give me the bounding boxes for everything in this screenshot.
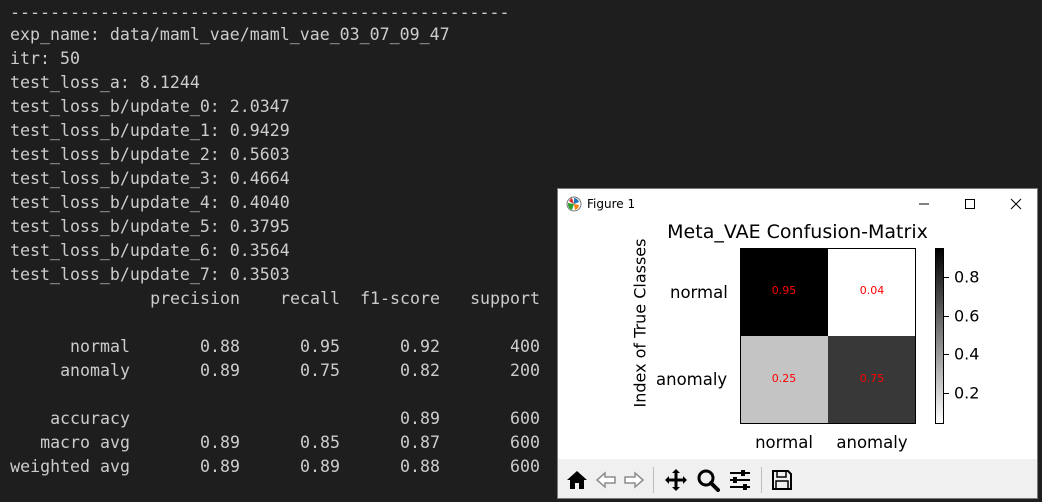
report-precision: 0.88 [200,337,240,356]
report-recall: 0.75 [300,361,340,380]
test-loss-a-line: test_loss_a: 8.1244 [10,73,200,92]
report-header-precision: precision [150,289,240,308]
minimize-button[interactable] [901,189,947,219]
report-precision: 0.89 [200,457,240,476]
update-line: test_loss_b/update_2: 0.5603 [10,145,290,164]
report-row-label: weighted avg [10,457,130,476]
forward-icon [624,471,645,489]
colorbar-tick-label: 0.4 [954,344,980,364]
report-precision: 0.89 [200,361,240,380]
colorbar-tick [944,277,949,278]
update-line: test_loss_b/update_6: 0.3564 [10,241,290,260]
back-icon [595,471,616,489]
report-header-recall: recall [280,289,340,308]
forward-button[interactable] [621,467,647,493]
report-f1: 0.88 [400,457,440,476]
close-icon [1010,198,1022,210]
colorbar-tick [944,316,949,317]
update-line: test_loss_b/update_1: 0.9429 [10,121,290,140]
toolbar-separator [761,467,762,493]
colorbar-tick-label: 0.8 [954,267,980,287]
save-icon [772,470,792,490]
report-support: 600 [510,433,540,452]
save-button[interactable] [768,467,796,493]
maximize-icon [965,199,975,209]
row-label-normal: normal [670,283,728,302]
colorbar-tick-label: 0.6 [954,306,980,326]
report-row-label: normal [70,337,130,356]
exp-name-line: exp_name: data/maml_vae/maml_vae_03_07_0… [10,25,450,44]
home-button[interactable] [563,467,591,493]
figure-window[interactable]: Figure 1 Meta_VAE Confusion-Matrix Index… [557,188,1038,499]
report-row-label: macro avg [40,433,130,452]
toolbar-separator [653,467,654,493]
report-f1: 0.82 [400,361,440,380]
colorbar-tick [944,354,949,355]
report-recall: 0.85 [300,433,340,452]
report-f1: 0.87 [400,433,440,452]
plot-canvas[interactable]: Meta_VAE Confusion-Matrix Index of True … [558,219,1037,459]
update-line: test_loss_b/update_0: 2.0347 [10,97,290,116]
report-f1: 0.92 [400,337,440,356]
update-line: test_loss_b/update_5: 0.3795 [10,217,290,236]
matplotlib-icon [566,196,582,212]
matrix-frame [740,248,916,424]
zoom-button[interactable] [694,467,722,493]
report-support: 600 [510,409,540,428]
subplots-button[interactable] [726,467,754,493]
zoom-icon [697,469,720,492]
pan-button[interactable] [662,467,690,493]
report-row-label: anomaly [60,361,130,380]
report-support: 200 [510,361,540,380]
col-label-anomaly: anomaly [836,433,908,452]
report-recall: 0.89 [300,457,340,476]
close-button[interactable] [993,189,1039,219]
update-line: test_loss_b/update_4: 0.4040 [10,193,290,212]
report-support: 600 [510,457,540,476]
home-icon [567,471,587,489]
row-label-anomaly: anomaly [656,370,728,389]
separator-line: ----------------------------------------… [10,3,510,22]
report-precision: 0.89 [200,433,240,452]
subplots-icon [730,470,750,490]
report-row-label: accuracy [50,409,130,428]
report-header-f1: f1-score [360,289,440,308]
update-line: test_loss_b/update_7: 0.3503 [10,265,290,284]
maximize-button[interactable] [947,189,993,219]
navigation-toolbar [558,459,1037,498]
itr-line: itr: 50 [10,49,80,68]
minimize-icon [919,203,929,205]
report-f1: 0.89 [400,409,440,428]
back-button[interactable] [593,467,619,493]
report-support: 400 [510,337,540,356]
report-header-support: support [470,289,540,308]
window-title: Figure 1 [587,197,636,211]
pan-icon [665,469,687,491]
col-label-normal: normal [755,433,813,452]
update-line: test_loss_b/update_3: 0.4664 [10,169,290,188]
colorbar-tick [944,393,949,394]
report-recall: 0.95 [300,337,340,356]
window-titlebar[interactable]: Figure 1 [558,189,1037,219]
y-axis-label: Index of True Classes [630,238,650,408]
colorbar-tick-label: 0.2 [954,383,980,403]
colorbar [935,248,944,424]
